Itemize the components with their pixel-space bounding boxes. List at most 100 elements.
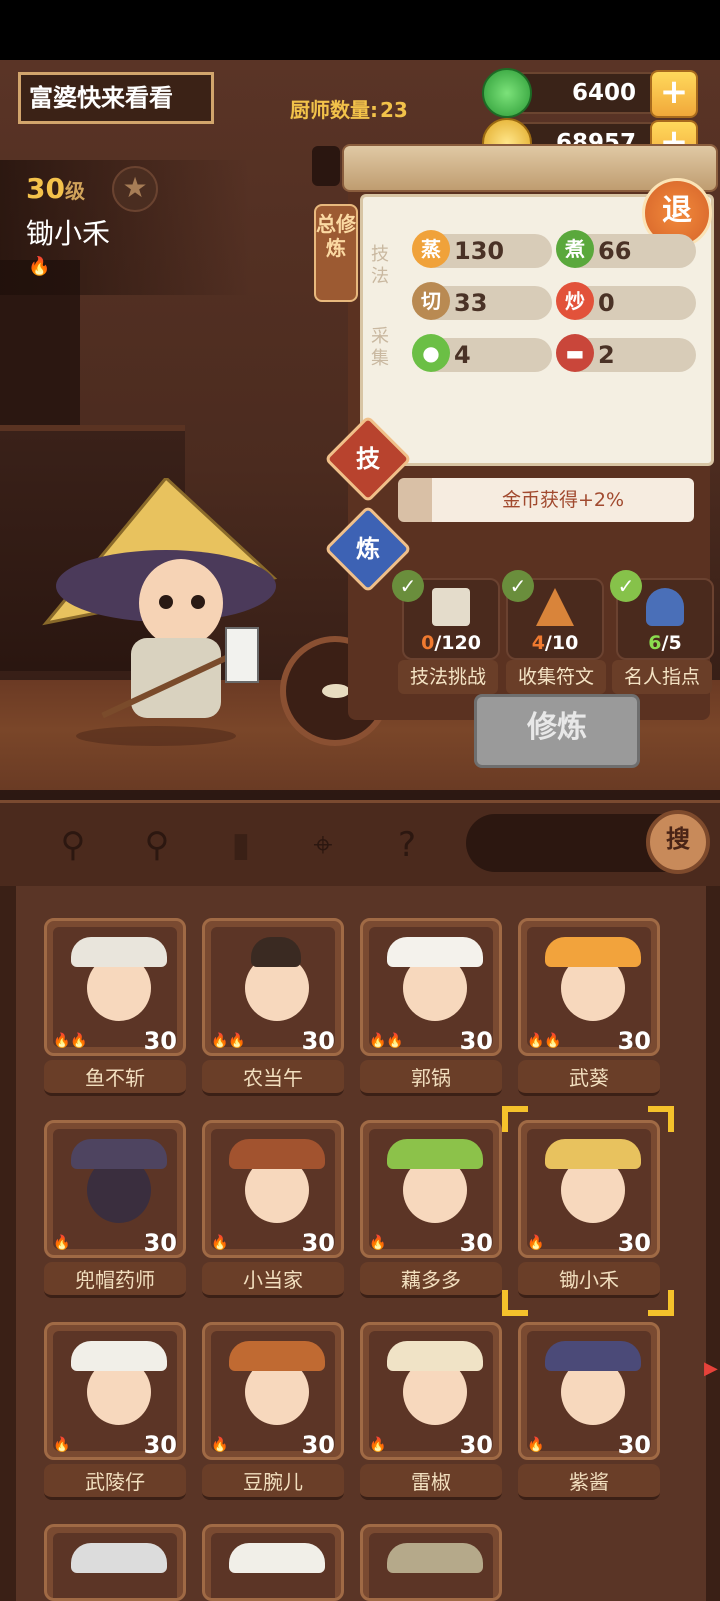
chef-card-level: 30 [143, 1431, 177, 1459]
fire-icon: 🔥🔥 [369, 1033, 404, 1049]
chef-level: 30级 [26, 172, 85, 205]
chef-card-name[interactable]: 郭锅 [360, 1060, 502, 1096]
chef-card-level: 30 [617, 1027, 651, 1055]
chef-card-level: 30 [143, 1229, 177, 1257]
boil-icon: 煮 [556, 230, 594, 268]
chef-card[interactable]: 🔥 30 [518, 1322, 660, 1460]
task-progress: 0/120 [421, 632, 481, 654]
chef-portrait [53, 1533, 177, 1598]
stat-steam-value: 130 [454, 237, 505, 265]
jade-resource: 6400 + [482, 68, 698, 118]
check-icon: ✓ [392, 570, 424, 602]
filter-jar-icon[interactable]: ▮ [218, 822, 264, 868]
chef-level-value: 30 [26, 172, 65, 205]
chef-card[interactable]: 🔥🔥 30 [518, 918, 660, 1056]
chef-card-level: 30 [143, 1027, 177, 1055]
chef-card-name[interactable]: 鱼不斩 [44, 1060, 186, 1096]
chef-card[interactable]: 🔥 30 [44, 1120, 186, 1258]
filter-veg-icon[interactable]: ⚲ [134, 822, 180, 868]
fire-icon: 🔥🔥 [527, 1033, 562, 1049]
fire-icon: 🔥 [527, 1437, 545, 1453]
fire-icon: 🔥 [369, 1235, 387, 1251]
chef-card[interactable] [202, 1524, 344, 1601]
filter-meat-icon[interactable]: ⚲ [50, 822, 96, 868]
jade-value: 6400 [571, 80, 636, 106]
chef-card-name[interactable]: 武葵 [518, 1060, 660, 1096]
chef-card[interactable]: 🔥 30 [44, 1322, 186, 1460]
fire-icon: 🔥 [211, 1437, 229, 1453]
task-progress: 4/10 [531, 632, 579, 654]
check-icon: ✓ [502, 570, 534, 602]
search-button[interactable]: 搜 [646, 810, 710, 874]
chef-card-level: 30 [459, 1431, 493, 1459]
fire-icon: 🔥 [28, 256, 51, 277]
rune-icon [536, 588, 574, 626]
chef-card-name[interactable]: 锄小禾 [518, 1262, 660, 1298]
fire-icon: 🔥🔥 [53, 1033, 88, 1049]
selected-chef-name: 锄小禾 [26, 217, 111, 250]
add-jade-button[interactable]: + [650, 70, 698, 118]
chef-card[interactable]: 🔥🔥 30 [44, 918, 186, 1056]
stat-cut: 切 33 [412, 282, 552, 320]
title-box[interactable]: 富婆快来看看 [18, 72, 214, 124]
dish-icon [322, 684, 350, 698]
chef-card-level: 30 [617, 1229, 651, 1257]
chef-count: 厨师数量: 23 [288, 94, 408, 123]
chef-card-name[interactable]: 豆腕儿 [202, 1464, 344, 1500]
total-training-tab[interactable]: 总修炼 [314, 204, 358, 302]
chef-card[interactable]: 🔥 30 [202, 1120, 344, 1258]
chef-card[interactable]: 🔥 30 [360, 1322, 502, 1460]
map-question-icon[interactable]: ? [384, 822, 430, 868]
chef-character [42, 478, 278, 746]
chef-card-name[interactable]: 武陵仔 [44, 1464, 186, 1500]
refine-tab-label: 炼 [356, 535, 380, 563]
steam-icon: 蒸 [412, 230, 450, 268]
stat-meat-value: 2 [598, 341, 615, 369]
scroll-right-arrow-icon[interactable]: ▶ [704, 1358, 718, 1379]
chef-card-name[interactable]: 雷椒 [360, 1464, 502, 1500]
fire-icon: 🔥🔥 [211, 1033, 246, 1049]
meat-icon: ▬ [556, 334, 594, 372]
chef-card-name[interactable]: 小当家 [202, 1262, 344, 1298]
stat-boil-value: 66 [598, 237, 632, 265]
chef-card-name[interactable]: 农当午 [202, 1060, 344, 1096]
chef-card-name[interactable]: 兜帽药师 [44, 1262, 186, 1298]
fire-icon: 🔥 [53, 1437, 71, 1453]
selection-corner [648, 1106, 674, 1132]
stat-meat: ▬ 2 [556, 334, 696, 372]
chef-card-level: 30 [459, 1229, 493, 1257]
fry-icon: 炒 [556, 282, 594, 320]
fire-icon: 🔥 [527, 1235, 545, 1251]
fire-icon: 🔥 [211, 1235, 229, 1251]
chef-card[interactable] [44, 1524, 186, 1601]
vegetable-icon: ● [412, 334, 450, 372]
selection-corner [648, 1290, 674, 1316]
chef-count-label: 厨师数量: [290, 98, 378, 122]
chef-card[interactable]: 🔥 30 [360, 1120, 502, 1258]
technique-label: 技法 [371, 244, 389, 287]
chef-card[interactable]: 🔥 30 [202, 1322, 344, 1460]
chef-card-name[interactable]: 紫酱 [518, 1464, 660, 1500]
skill-tab-label: 技 [356, 445, 380, 473]
chef-card-level: 30 [301, 1027, 335, 1055]
stat-boil: 煮 66 [556, 230, 696, 268]
stat-vegetable: ● 4 [412, 334, 552, 372]
celebrity-icon [646, 588, 684, 626]
jade-icon [482, 68, 532, 118]
chef-card-name[interactable]: 藕多多 [360, 1262, 502, 1298]
status-bar [0, 0, 720, 60]
chef-card[interactable]: 🔥🔥 30 [202, 918, 344, 1056]
stat-cut-value: 33 [454, 289, 488, 317]
chef-portrait [211, 1533, 335, 1598]
chef-card-level: 30 [301, 1431, 335, 1459]
chef-card[interactable]: 🔥🔥 30 [360, 918, 502, 1056]
fire-icon: 🔥 [369, 1437, 387, 1453]
chef-card[interactable] [360, 1524, 502, 1601]
train-button[interactable]: 修炼 [474, 694, 640, 768]
selection-corner [502, 1290, 528, 1316]
star-icon[interactable]: ★ [112, 166, 158, 212]
location-icon[interactable]: ⌖ [300, 822, 346, 868]
chef-card-selected[interactable]: 🔥 30 [518, 1120, 660, 1258]
chef-portrait [369, 1533, 493, 1598]
check-icon: ✓ [610, 570, 642, 602]
